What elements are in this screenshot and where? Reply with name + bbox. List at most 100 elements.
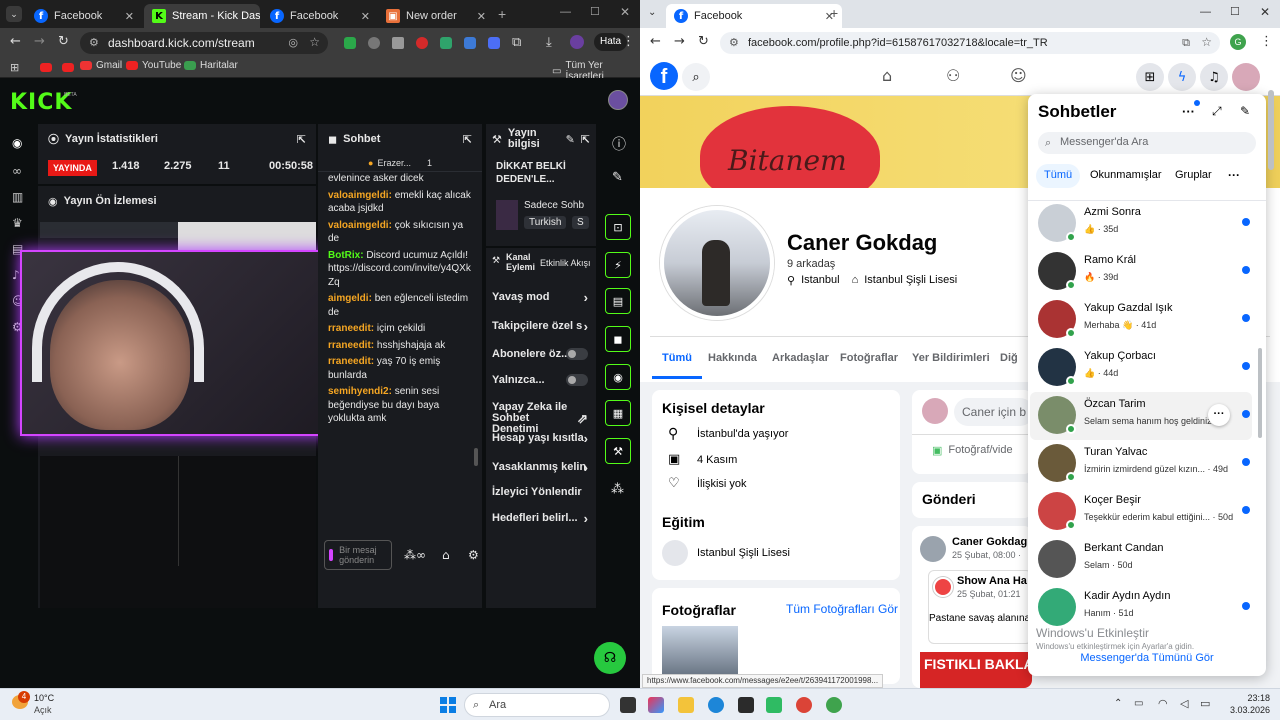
channel-action-item[interactable]: Abonelere öz... bbox=[492, 348, 594, 360]
close-tab-icon[interactable]: ✕ bbox=[477, 10, 486, 23]
app-green-icon[interactable] bbox=[766, 697, 782, 713]
more-options-icon[interactable]: ··· bbox=[1182, 104, 1195, 119]
chat-username[interactable]: semihyendi2: bbox=[328, 386, 392, 397]
taskbar-search[interactable]: ⌕ Ara bbox=[464, 693, 610, 717]
clock-date[interactable]: 3.03.2026 bbox=[1216, 705, 1270, 715]
profile-picture[interactable] bbox=[660, 206, 774, 320]
conversation-item[interactable]: Özcan Tarim Selam sema hanım hoş geldiniz… bbox=[1030, 392, 1252, 440]
new-tab-icon[interactable]: + bbox=[830, 5, 838, 21]
friends-icon[interactable]: ⚇ bbox=[946, 66, 960, 85]
close-tab-icon[interactable]: ✕ bbox=[125, 10, 134, 23]
groups-icon[interactable]: ☺ bbox=[1010, 66, 1027, 85]
battery-icon[interactable]: ▭ bbox=[1200, 697, 1210, 710]
layout-icon[interactable]: ▦ bbox=[605, 400, 631, 426]
page-scrollbar[interactable] bbox=[1268, 90, 1274, 170]
maximize-icon[interactable]: ☐ bbox=[590, 5, 600, 18]
profile-tab[interactable]: Tümü bbox=[662, 352, 692, 364]
chat-username[interactable]: aimgeldi: bbox=[328, 293, 372, 304]
chat-username[interactable]: valoaimgeldi: bbox=[328, 220, 392, 231]
popout-icon[interactable]: ⇱ bbox=[297, 133, 306, 146]
search-icon[interactable]: ⌕ bbox=[682, 63, 710, 91]
back-icon[interactable]: ← bbox=[10, 35, 21, 48]
messenger-icon[interactable]: ϟ bbox=[1168, 63, 1196, 91]
group-icon[interactable]: ⁂ bbox=[611, 482, 624, 497]
bell-icon[interactable]: ♫ bbox=[1200, 63, 1228, 91]
photo-thumbnail[interactable] bbox=[662, 626, 738, 674]
apps-grid-icon[interactable]: ⊞ bbox=[10, 61, 19, 74]
extensions-puzzle-icon[interactable]: ⧉ bbox=[512, 36, 521, 49]
close-window-icon[interactable]: ✕ bbox=[1260, 5, 1270, 19]
forward-icon[interactable]: → bbox=[34, 35, 45, 48]
toggle-switch[interactable] bbox=[566, 374, 588, 386]
tab-search-icon[interactable]: ⌄ bbox=[6, 6, 22, 22]
conversation-item[interactable]: Ramo Král 🔥 · 39d bbox=[1030, 248, 1252, 296]
youtube-bookmark-2[interactable] bbox=[62, 63, 74, 75]
reload-icon[interactable]: ↻ bbox=[58, 35, 69, 48]
wifi-icon[interactable]: ◠ bbox=[1158, 697, 1168, 710]
chrome-profile-icon[interactable] bbox=[826, 697, 842, 713]
eye-off-icon[interactable]: ◎ bbox=[288, 36, 298, 49]
bookmark-youtube[interactable]: YouTube bbox=[126, 60, 181, 71]
youtube-bookmark-1[interactable] bbox=[40, 63, 52, 75]
profile-avatar-right[interactable]: G bbox=[1230, 34, 1246, 50]
chat-scrollbar[interactable] bbox=[474, 448, 478, 466]
channel-action-item[interactable]: Yasaklanmış kelin › bbox=[492, 460, 594, 475]
popout-icon[interactable]: ⇱ bbox=[581, 133, 590, 146]
extension-bolt-icon[interactable] bbox=[392, 37, 404, 49]
link-icon[interactable]: ∞ bbox=[12, 164, 22, 178]
new-tab-icon[interactable]: + bbox=[498, 6, 506, 22]
chart-icon[interactable]: ▥ bbox=[12, 190, 23, 204]
screen-capture-icon[interactable]: ⊡ bbox=[605, 214, 631, 240]
lightning-icon[interactable]: ⚡ bbox=[605, 252, 631, 278]
conversation-item[interactable]: Turan Yalvac İzmirin izmirdend güzel kızı… bbox=[1030, 440, 1252, 488]
chat-username[interactable]: rraneedit: bbox=[328, 323, 374, 334]
chat-username[interactable]: valoaimgeldi: bbox=[328, 190, 392, 201]
extension-blue-icon[interactable] bbox=[464, 37, 476, 49]
close-window-icon[interactable]: ✕ bbox=[620, 5, 630, 19]
back-icon[interactable]: ← bbox=[650, 35, 661, 48]
support-headset-icon[interactable]: ☊ bbox=[594, 642, 626, 674]
site-info-icon[interactable]: ⚙ bbox=[89, 36, 99, 49]
star-icon[interactable]: ☆ bbox=[309, 35, 320, 49]
user-avatar[interactable] bbox=[608, 90, 628, 110]
channel-action-item[interactable]: Yapay Zeka ile Sohbet Denetimi ⇗ bbox=[492, 402, 594, 435]
toggle-switch[interactable] bbox=[566, 348, 588, 360]
channel-action-item[interactable]: Hesap yaşı kısıtla › bbox=[492, 431, 594, 446]
channel-action-item[interactable]: İzleyici Yönlendir bbox=[492, 486, 594, 498]
minimize-icon[interactable]: — bbox=[560, 6, 571, 18]
post-author[interactable]: Caner Gokdag bbox=[952, 536, 1027, 548]
filter-more-icon[interactable]: ··· bbox=[1228, 168, 1240, 182]
chrome-icon[interactable] bbox=[796, 697, 812, 713]
tab-activity-feed[interactable]: Etkinlik Akışı bbox=[540, 258, 591, 268]
messenger-scrollbar[interactable] bbox=[1258, 348, 1262, 438]
tab-facebook-2[interactable]: f Facebook ✕ bbox=[262, 4, 378, 28]
post-time[interactable]: 25 Şubat, 08:00 · bbox=[952, 550, 1021, 560]
store-icon[interactable] bbox=[738, 697, 754, 713]
filter-all[interactable]: Tümü bbox=[1036, 164, 1081, 188]
music-icon[interactable]: ♪ bbox=[12, 268, 20, 282]
profile-tab[interactable]: Fotoğraflar bbox=[840, 352, 898, 364]
tray-app-icon[interactable]: ▭ bbox=[1134, 698, 1143, 709]
profile-tab[interactable]: Arkadaşlar bbox=[772, 352, 829, 364]
friends-count[interactable]: 9 arkadaş bbox=[787, 258, 835, 270]
conversation-item[interactable]: Berkant Candan Selam · 50d bbox=[1030, 536, 1252, 584]
broadcast-icon[interactable]: ◉ bbox=[605, 364, 631, 390]
close-tab-icon[interactable]: ✕ bbox=[361, 10, 370, 23]
tab-facebook-1[interactable]: f Facebook ✕ bbox=[26, 4, 142, 28]
messenger-search[interactable]: ⌕ Messenger'da Ara bbox=[1038, 132, 1256, 154]
profile-tab[interactable]: Yer Bildirimleri bbox=[912, 352, 990, 364]
conversation-item[interactable]: Kadir Aydın Aydın Hanım · 51d bbox=[1030, 584, 1252, 632]
document-icon[interactable]: ▤ bbox=[605, 288, 631, 314]
filter-groups[interactable]: Gruplar bbox=[1175, 169, 1212, 181]
url-input-right[interactable]: ⚙ facebook.com/profile.php?id=6158761703… bbox=[720, 32, 1220, 54]
download-icon[interactable]: ⤓ bbox=[546, 36, 552, 49]
star-icon[interactable]: ☆ bbox=[1201, 35, 1212, 49]
conversation-item[interactable]: Yakup Gazdal Işık Merhaba 👋 · 41d bbox=[1030, 296, 1252, 344]
clock-time[interactable]: 23:18 bbox=[1226, 693, 1270, 703]
photo-video-button[interactable]: ▣ Fotoğraf/vide bbox=[932, 444, 1013, 457]
tab-facebook-right[interactable]: f Facebook ✕ bbox=[666, 4, 842, 28]
menu-icon[interactable]: ⋮ bbox=[622, 35, 635, 48]
home-icon[interactable]: ⌂ bbox=[882, 66, 892, 85]
conversation-options-icon[interactable]: ··· bbox=[1208, 404, 1230, 426]
channel-action-item[interactable]: Yalnızca... bbox=[492, 374, 594, 386]
